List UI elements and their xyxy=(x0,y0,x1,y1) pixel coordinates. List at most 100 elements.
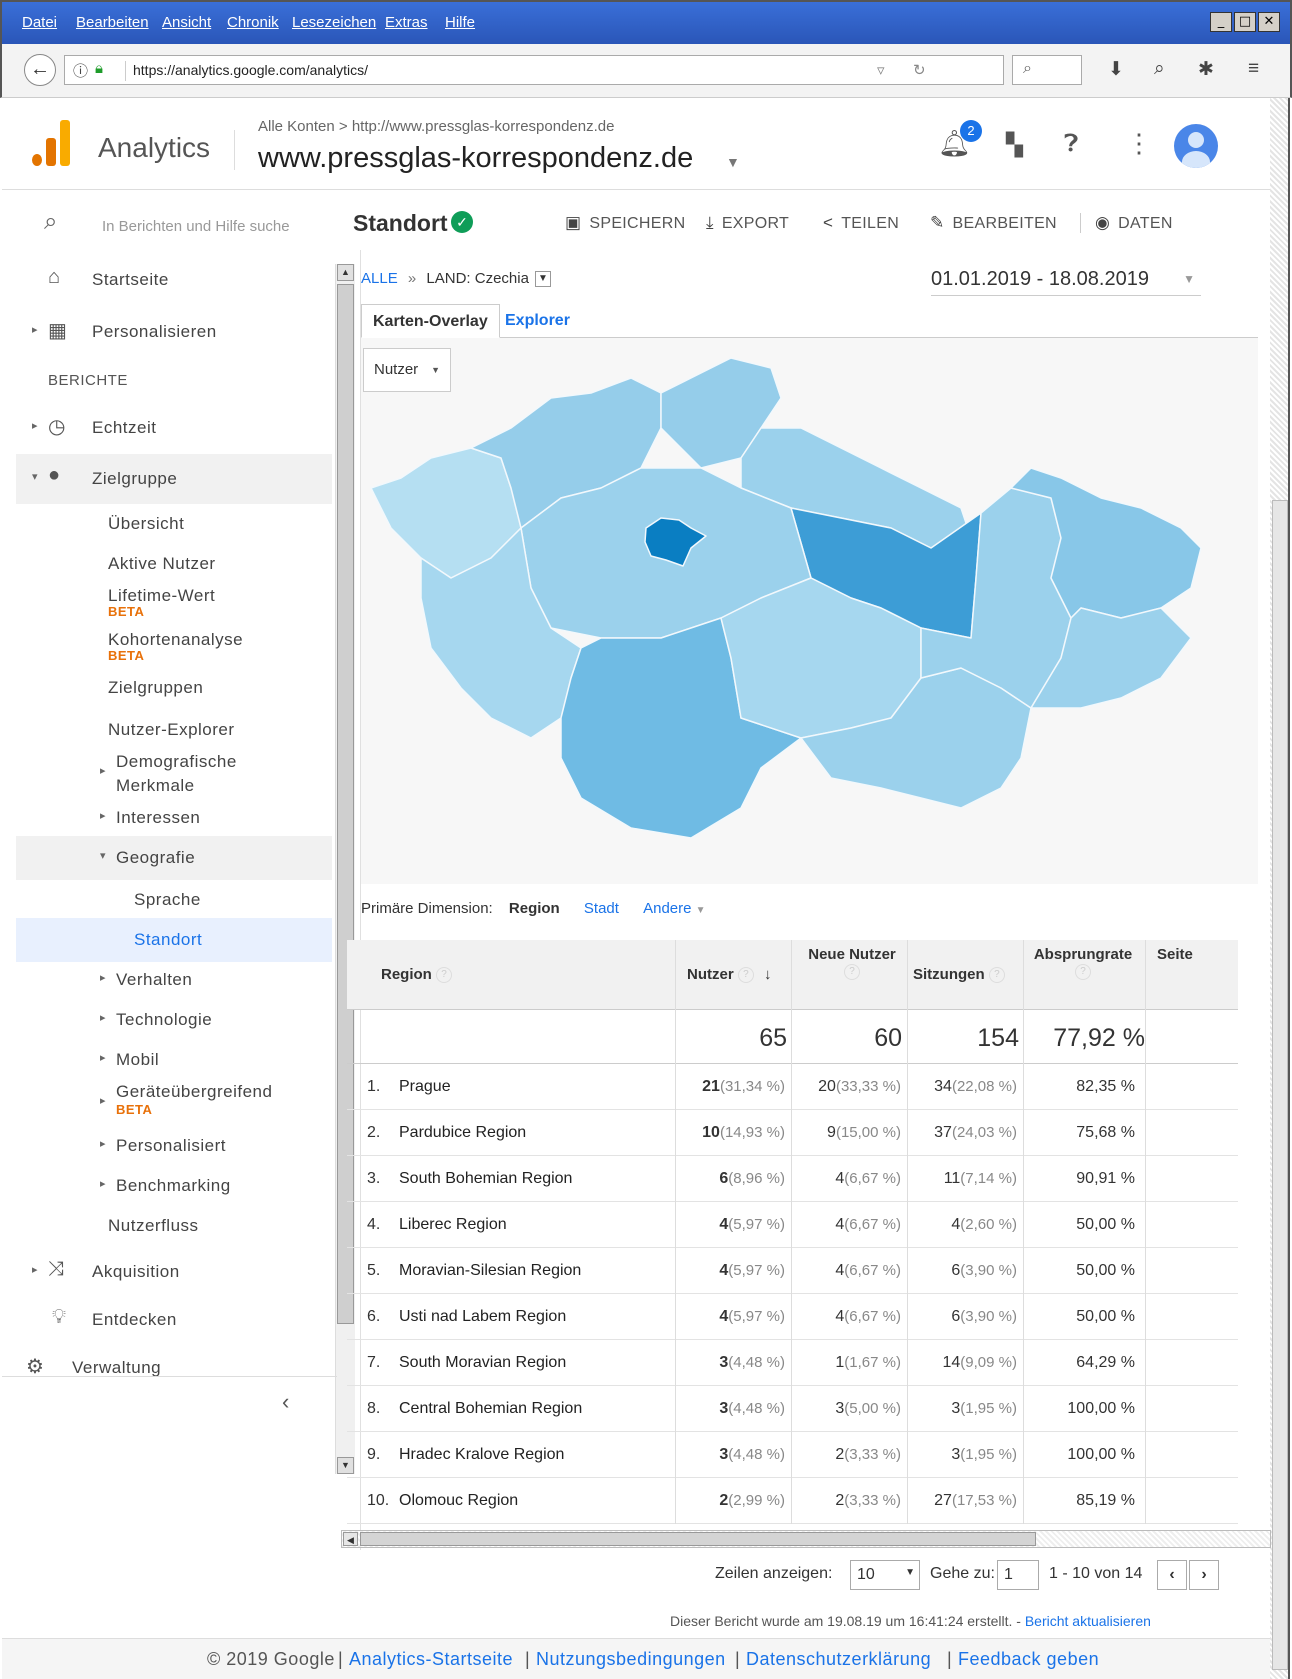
menu-ansicht[interactable]: Ansicht xyxy=(162,14,211,31)
scroll-thumb[interactable] xyxy=(360,1532,1036,1546)
row-region-link[interactable]: Usti nad Labem Region xyxy=(399,1308,566,1326)
avatar[interactable] xyxy=(1174,124,1218,168)
minimize-icon[interactable]: _ xyxy=(1210,12,1232,32)
col-header-region[interactable]: Region ? xyxy=(381,966,453,984)
prev-page-button[interactable]: ‹ xyxy=(1157,1560,1187,1590)
chevron-left-icon[interactable]: ‹ xyxy=(282,1389,289,1415)
sidebar-item-interessen[interactable]: ▸ Interessen xyxy=(16,796,332,840)
menu-lesezeichen[interactable]: Lesezeichen xyxy=(292,14,376,31)
col-header-sitzungen[interactable]: Sitzungen ? xyxy=(913,966,1005,984)
sidebar-item-demografische-merkmale[interactable]: ▸ Demografische Merkmale xyxy=(16,746,332,796)
property-selector[interactable]: www.pressglas-korrespondenz.de xyxy=(258,142,693,175)
sidebar-item-geraeteuebergreifend[interactable]: ▸ Geräteübergreifend BETA xyxy=(16,1076,332,1120)
rows-per-page-select[interactable]: 10 ▼ xyxy=(850,1560,920,1590)
footer-link-nutzungsbedingungen[interactable]: Nutzungsbedingungen xyxy=(536,1649,726,1670)
col-header-seite[interactable]: Seite xyxy=(1157,946,1193,963)
date-range-picker[interactable]: 01.01.2019 - 18.08.2019 ▼ xyxy=(931,268,1201,296)
row-region-link[interactable]: Prague xyxy=(399,1078,451,1096)
table-row[interactable]: 3. South Bohemian Region 6(8,96 %) 4(6,67 %… xyxy=(347,1156,1238,1202)
scroll-up-icon[interactable]: ▲ xyxy=(337,264,354,281)
dimension-andere[interactable]: Andere xyxy=(643,900,691,917)
url-text[interactable]: https://analytics.google.com/analytics/ xyxy=(133,62,368,78)
apps-grid-icon[interactable]: ▚ xyxy=(1006,132,1023,158)
sidebar-item-sprache[interactable]: Sprache xyxy=(16,878,332,922)
edit-button[interactable]: ✎ BEARBEITEN xyxy=(930,213,1057,233)
sidebar-item-echtzeit[interactable]: ▸ ◷ Echtzeit xyxy=(16,406,332,450)
row-region-link[interactable]: Central Bohemian Region xyxy=(399,1400,582,1418)
sidebar-item-geografie[interactable]: ▾ Geografie xyxy=(16,836,332,880)
zoom-icon[interactable]: ⌕ xyxy=(1154,58,1165,80)
sidebar-item-standort[interactable]: Standort xyxy=(16,918,332,962)
menu-chronik[interactable]: Chronik xyxy=(227,14,279,31)
more-vert-icon[interactable]: ⋮ xyxy=(1126,128,1152,159)
table-row[interactable]: 2. Pardubice Region 10(14,93 %) 9(15,00 %) 3… xyxy=(347,1110,1238,1156)
sidebar-item-personalisiert[interactable]: ▸ Personalisiert xyxy=(16,1124,332,1168)
row-region-link[interactable]: Moravian-Silesian Region xyxy=(399,1262,581,1280)
analytics-logo[interactable] xyxy=(32,120,72,166)
table-row[interactable]: 1. Prague 21(31,34 %) 20(33,33 %) 34(22,08 %… xyxy=(347,1064,1238,1110)
table-row[interactable]: 7. South Moravian Region 3(4,48 %) 1(1,67 %… xyxy=(347,1340,1238,1386)
sidebar-item-kohortenanalyse[interactable]: Kohortenanalyse BETA xyxy=(16,622,332,664)
row-region-link[interactable]: South Moravian Region xyxy=(399,1354,566,1372)
sidebar-item-zielgruppen[interactable]: Zielgruppen xyxy=(16,666,332,710)
map-metric-dropdown[interactable]: Nutzer ▼ xyxy=(363,348,451,392)
menu-hilfe[interactable]: Hilfe xyxy=(445,14,475,31)
table-row[interactable]: 4. Liberec Region 4(5,97 %) 4(6,67 %) 4(2,60… xyxy=(347,1202,1238,1248)
download-icon[interactable]: ⬇ xyxy=(1108,58,1124,81)
sidebar-item-lifetime-wert[interactable]: Lifetime-Wert BETA xyxy=(16,578,332,620)
sidebar-item-entdecken[interactable]: 💡︎ Entdecken xyxy=(16,1298,332,1342)
tab-explorer[interactable]: Explorer xyxy=(494,304,581,338)
browser-search-box[interactable]: ⌕ xyxy=(1012,55,1082,85)
product-name[interactable]: Analytics xyxy=(98,132,210,164)
help-icon[interactable]: ? xyxy=(436,967,453,984)
scroll-left-icon[interactable]: ◀ xyxy=(343,1532,358,1546)
sidebar-item-zielgruppe[interactable]: ▾ ● Zielgruppe xyxy=(16,454,332,504)
puzzle-icon[interactable]: ✱ xyxy=(1198,58,1214,81)
help-icon[interactable]: ? xyxy=(737,967,754,984)
sidebar-item-verhalten[interactable]: ▸ Verhalten xyxy=(16,958,332,1002)
sidebar-item-uebersicht[interactable]: Übersicht xyxy=(16,502,332,546)
help-icon[interactable]: ? xyxy=(988,967,1005,984)
search-input[interactable]: In Berichten und Hilfe suche xyxy=(102,218,290,235)
sidebar-item-startseite[interactable]: ⌂ Startseite xyxy=(16,258,332,302)
close-icon[interactable]: ✕ xyxy=(1258,12,1280,32)
sidebar-item-benchmarking[interactable]: ▸ Benchmarking xyxy=(16,1164,332,1208)
table-row[interactable]: 5. Moravian-Silesian Region 4(5,97 %) 4(6,6… xyxy=(347,1248,1238,1294)
region-map[interactable]: Nutzer ▼ xyxy=(361,338,1258,884)
table-row[interactable]: 6. Usti nad Labem Region 4(5,97 %) 4(6,67 %… xyxy=(347,1294,1238,1340)
hamburger-menu-icon[interactable]: ≡ xyxy=(1248,58,1259,80)
col-header-absprungrate[interactable]: Absprungrate? xyxy=(1033,946,1133,981)
reload-icon[interactable]: ↻ xyxy=(913,61,926,79)
help-icon[interactable]: ? xyxy=(844,964,860,981)
col-header-neue-nutzer[interactable]: Neue Nutzer? xyxy=(802,946,902,981)
table-row[interactable]: 8. Central Bohemian Region 3(4,48 %) 3(5,00… xyxy=(347,1386,1238,1432)
dimension-stadt[interactable]: Stadt xyxy=(584,900,619,917)
data-button[interactable]: ◉ DATEN xyxy=(1080,213,1173,233)
footer-link-startseite[interactable]: Analytics-Startseite xyxy=(349,1649,513,1670)
refresh-report-link[interactable]: Bericht aktualisieren xyxy=(1025,1613,1151,1629)
sidebar-item-akquisition[interactable]: ▸ ⤨ Akquisition xyxy=(16,1250,332,1294)
sidebar-item-technologie[interactable]: ▸ Technologie xyxy=(16,998,332,1042)
share-button[interactable]: < TEILEN xyxy=(823,213,899,233)
col-header-nutzer[interactable]: Nutzer ? ↓ xyxy=(687,966,772,984)
info-icon[interactable]: ⓘ xyxy=(73,60,88,81)
account-breadcrumb[interactable]: Alle Konten > http://www.pressglas-korre… xyxy=(258,118,614,135)
maximize-icon[interactable]: □ xyxy=(1234,12,1256,32)
help-icon[interactable]: ❓︎ xyxy=(1064,130,1078,158)
next-page-button[interactable]: › xyxy=(1189,1560,1219,1590)
menu-extras[interactable]: Extras xyxy=(385,14,428,31)
footer-link-feedback[interactable]: Feedback geben xyxy=(958,1649,1099,1670)
row-region-link[interactable]: Olomouc Region xyxy=(399,1492,518,1510)
save-button[interactable]: ▣ SPEICHERN xyxy=(565,213,685,233)
row-region-link[interactable]: Hradec Kralove Region xyxy=(399,1446,564,1464)
footer-link-datenschutz[interactable]: Datenschutzerklärung xyxy=(746,1649,931,1670)
goto-page-input[interactable]: 1 xyxy=(997,1560,1039,1590)
row-region-link[interactable]: Liberec Region xyxy=(399,1216,507,1234)
table-row[interactable]: 10. Olomouc Region 2(2,99 %) 2(3,33 %) 27(17… xyxy=(347,1478,1238,1524)
help-icon[interactable]: ? xyxy=(1075,964,1091,981)
sidebar-item-personalisieren[interactable]: ▸ ▦ Personalisieren xyxy=(16,310,332,354)
tab-karten-overlay[interactable]: Karten-Overlay xyxy=(361,304,500,338)
menu-datei[interactable]: Datei xyxy=(22,14,57,31)
url-bar[interactable]: ⓘ 🔒︎ https://analytics.google.com/analyt… xyxy=(64,55,1004,85)
table-horizontal-scrollbar[interactable]: ◀ xyxy=(341,1530,1271,1548)
